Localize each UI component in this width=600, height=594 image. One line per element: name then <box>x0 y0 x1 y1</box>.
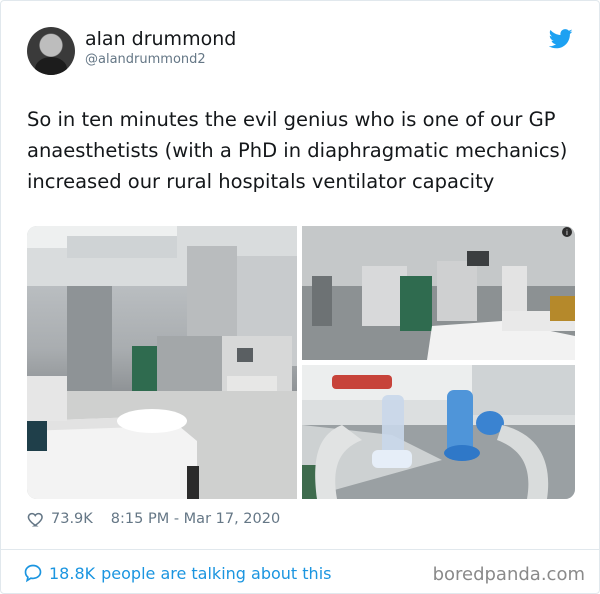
footer-divider <box>1 549 599 550</box>
conversation-link[interactable]: 18.8K people are talking about this <box>23 563 331 583</box>
speech-bubble-icon <box>24 564 42 583</box>
like-count[interactable]: 73.9K <box>51 511 93 527</box>
tweet-meta: 73.9K 8:15 PM - Mar 17, 2020 <box>27 510 280 528</box>
photo-ventilators[interactable]: i <box>302 226 575 360</box>
photo-hospital-room[interactable] <box>27 226 297 499</box>
author-name[interactable]: alan drummond <box>85 28 236 50</box>
heart-icon[interactable] <box>27 510 45 528</box>
tweet-timestamp[interactable]: 8:15 PM - Mar 17, 2020 <box>111 511 280 527</box>
tweet-media[interactable]: i <box>27 226 575 499</box>
svg-text:i: i <box>566 229 568 237</box>
tweet-card: alan drummond @alandrummond2 So in ten m… <box>0 0 600 594</box>
tweet-text: So in ten minutes the evil genius who is… <box>27 108 568 193</box>
talking-count: 18.8K <box>49 563 96 583</box>
photo-tubing-splitter[interactable] <box>302 365 575 499</box>
talking-text: people are talking about this <box>101 563 332 583</box>
twitter-bird-icon[interactable] <box>549 29 573 49</box>
avatar[interactable] <box>27 27 75 75</box>
watermark: boredpanda.com <box>432 564 585 585</box>
author-handle[interactable]: @alandrummond2 <box>85 52 206 67</box>
